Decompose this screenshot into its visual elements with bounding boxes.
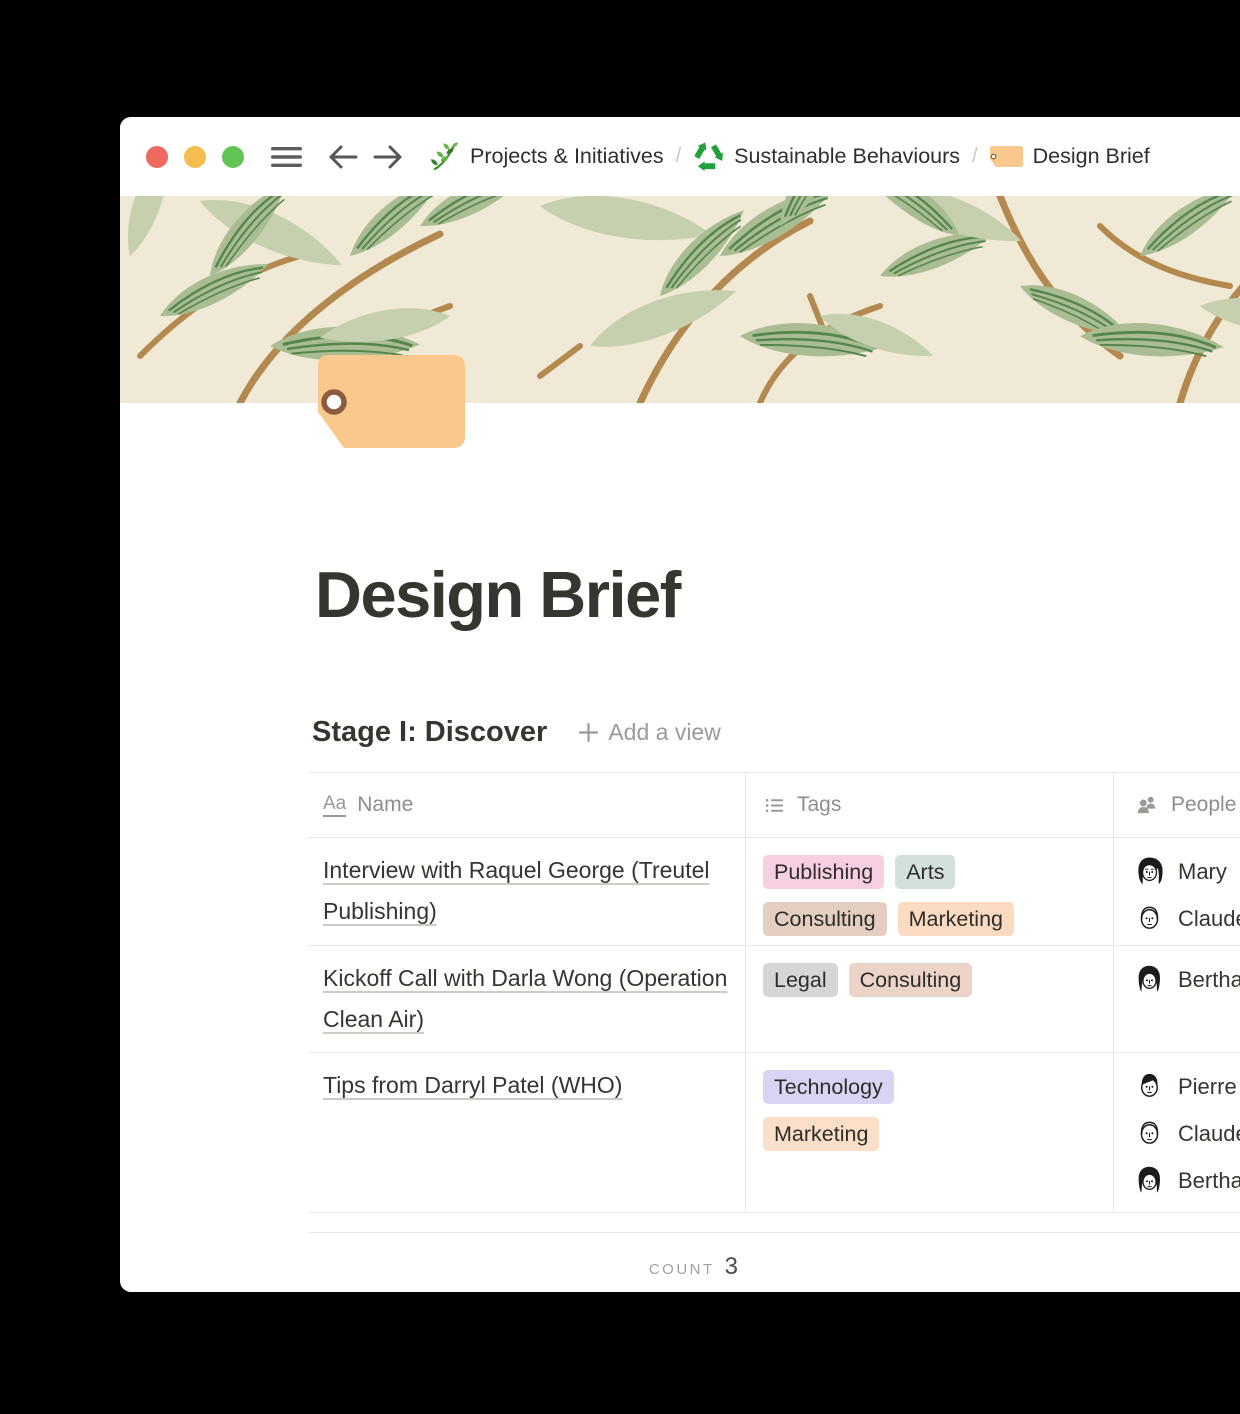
person-name: Pierre: [1178, 1074, 1237, 1100]
person-name: Claude: [1178, 1121, 1240, 1147]
table-row: Tips from Darryl Patel (WHO) Technology Ma…: [308, 1053, 1240, 1213]
arrow-right-icon: [372, 142, 405, 172]
breadcrumb: Projects & Initiatives / Sustainable Beh…: [429, 141, 1150, 172]
breadcrumb-separator: /: [676, 145, 682, 168]
column-label: People: [1171, 793, 1236, 817]
tags-cell: Technology Marketing: [746, 1053, 1114, 1212]
sidebar-menu-button[interactable]: [271, 144, 302, 170]
list-icon: [763, 794, 786, 817]
person-item[interactable]: Claude: [1134, 1110, 1240, 1157]
avatar: [1134, 964, 1165, 995]
page-link[interactable]: Tips from Darryl Patel (WHO): [323, 1072, 622, 1098]
breadcrumb-separator: /: [972, 145, 978, 168]
person-item[interactable]: Claude: [1134, 895, 1240, 942]
avatar: [1134, 1165, 1165, 1196]
people-icon: [1134, 792, 1160, 818]
people-cell: Pierre Claude Bertha: [1114, 1053, 1240, 1212]
table-row: Kickoff Call with Darla Wong (Operation …: [308, 946, 1240, 1053]
person-name: Claude: [1178, 906, 1240, 932]
tag-icon: [990, 146, 1023, 167]
page-link[interactable]: Kickoff Call with Darla Wong (Operation …: [323, 965, 727, 1032]
database-table: Aa Name Tags People: [308, 772, 1240, 1213]
title-icon: Aa: [323, 794, 346, 817]
willow-pattern: [120, 196, 1240, 403]
column-header-name[interactable]: Aa Name: [308, 773, 746, 837]
count-label: COUNT: [649, 1261, 715, 1278]
new-row-area[interactable]: [308, 1213, 1240, 1233]
breadcrumb-item-sustainable[interactable]: Sustainable Behaviours: [693, 141, 960, 172]
page-icon-tag[interactable]: [318, 355, 465, 448]
breadcrumb-label: Projects & Initiatives: [470, 144, 664, 169]
tag-line: Consulting Marketing: [763, 902, 1103, 936]
page-title[interactable]: Design Brief: [315, 560, 1240, 630]
breadcrumb-label: Sustainable Behaviours: [734, 144, 960, 169]
column-label: Tags: [797, 793, 841, 817]
column-header-people[interactable]: People: [1114, 773, 1240, 837]
name-cell: Interview with Raquel George (Treutel Pu…: [308, 838, 746, 945]
count-value: 3: [725, 1253, 738, 1281]
breadcrumb-item-design-brief[interactable]: Design Brief: [990, 144, 1150, 169]
plus-icon: [577, 721, 600, 744]
back-button[interactable]: [326, 142, 359, 172]
add-view-label: Add a view: [608, 719, 721, 746]
notion-window: Projects & Initiatives / Sustainable Beh…: [120, 117, 1240, 1292]
tag-chip[interactable]: Consulting: [763, 902, 887, 936]
tag-chip[interactable]: Marketing: [763, 1117, 879, 1151]
tag-line: Technology: [763, 1070, 1103, 1104]
breadcrumb-item-projects[interactable]: Projects & Initiatives: [429, 141, 664, 172]
calculation-row[interactable]: COUNT 3: [308, 1233, 746, 1292]
view-tab-stage-discover[interactable]: Stage I: Discover: [312, 716, 547, 749]
tag-chip[interactable]: Legal: [763, 963, 838, 997]
page-link[interactable]: Interview with Raquel George (Treutel Pu…: [323, 857, 710, 924]
tag-line: Legal Consulting: [763, 963, 1103, 997]
tag-chip[interactable]: Marketing: [898, 902, 1014, 936]
avatar: [1134, 1118, 1165, 1149]
tags-cell: Legal Consulting: [746, 946, 1114, 1052]
person-item[interactable]: Pierre: [1134, 1063, 1240, 1110]
name-cell: Kickoff Call with Darla Wong (Operation …: [308, 946, 746, 1052]
recycle-icon: [693, 141, 724, 172]
table-rows: Interview with Raquel George (Treutel Pu…: [308, 838, 1240, 1213]
name-cell: Tips from Darryl Patel (WHO): [308, 1053, 746, 1212]
column-header-tags[interactable]: Tags: [746, 773, 1114, 837]
table-header: Aa Name Tags People: [308, 772, 1240, 838]
view-bar: Stage I: Discover Add a view: [312, 712, 1240, 752]
people-cell: Mary Claude: [1114, 838, 1240, 945]
herb-icon: [429, 141, 460, 172]
arrow-left-icon: [326, 142, 359, 172]
avatar: [1134, 903, 1165, 934]
tag-chip[interactable]: Publishing: [763, 855, 884, 889]
avatar: [1134, 856, 1165, 887]
cover-image: [120, 196, 1240, 403]
add-view-button[interactable]: Add a view: [577, 719, 721, 746]
tag-chip[interactable]: Consulting: [849, 963, 973, 997]
minimize-window-button[interactable]: [184, 146, 206, 168]
avatar: [1134, 1071, 1165, 1102]
title-bar: Projects & Initiatives / Sustainable Beh…: [120, 117, 1240, 196]
person-name: Bertha: [1178, 967, 1240, 993]
column-label: Name: [357, 793, 413, 817]
tag-line: Publishing Arts: [763, 855, 1103, 889]
tags-cell: Publishing ArtsConsulting Marketing: [746, 838, 1114, 945]
person-name: Mary: [1178, 859, 1227, 885]
person-item[interactable]: Bertha: [1134, 956, 1240, 1003]
tag-line: Marketing: [763, 1117, 1103, 1151]
hamburger-icon: [271, 144, 302, 170]
tag-chip[interactable]: Technology: [763, 1070, 894, 1104]
forward-button[interactable]: [372, 142, 405, 172]
close-window-button[interactable]: [146, 146, 168, 168]
person-item[interactable]: Bertha: [1134, 1157, 1240, 1204]
breadcrumb-label: Design Brief: [1033, 144, 1150, 169]
people-cell: Bertha: [1114, 946, 1240, 1052]
person-item[interactable]: Mary: [1134, 848, 1240, 895]
zoom-window-button[interactable]: [222, 146, 244, 168]
person-name: Bertha: [1178, 1168, 1240, 1194]
tag-chip[interactable]: Arts: [895, 855, 955, 889]
table-row: Interview with Raquel George (Treutel Pu…: [308, 838, 1240, 946]
